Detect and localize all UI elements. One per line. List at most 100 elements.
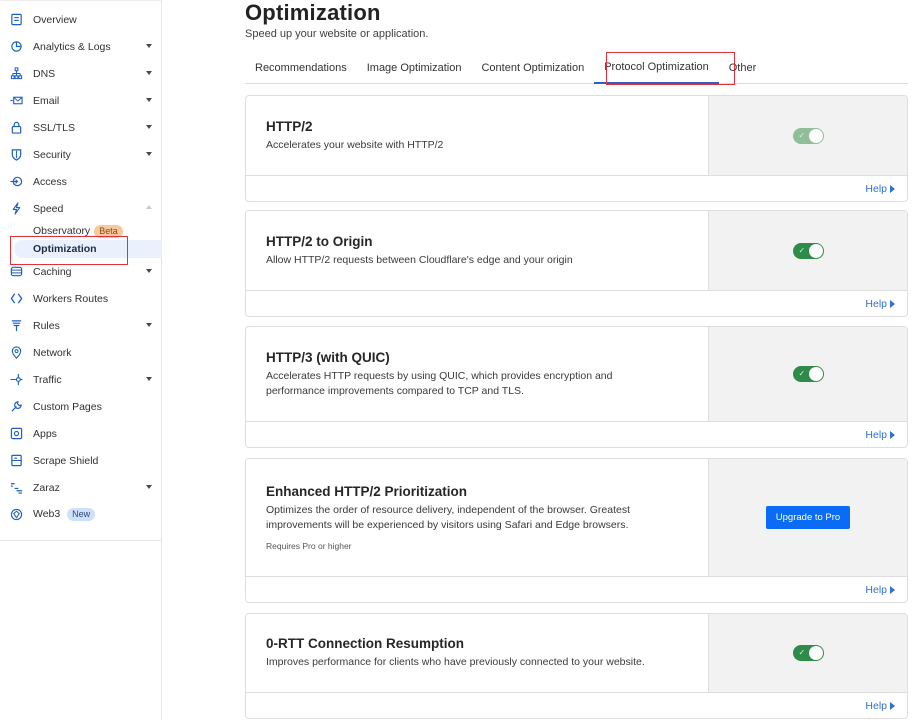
apps-icon [9, 427, 23, 441]
sidebar-item-email[interactable]: Email [0, 87, 162, 114]
sidebar-divider [0, 540, 162, 541]
sidebar-top-border [0, 0, 162, 1]
sidebar-item-label: Network [33, 346, 72, 359]
highlight-box-protocol-tab [606, 52, 735, 85]
setting-card-http2: HTTP/2 Accelerates your website with HTT… [245, 95, 908, 202]
sidebar-item-speed[interactable]: Speed [0, 195, 162, 222]
help-label: Help [865, 297, 887, 310]
sidebar-item-access[interactable]: Access [0, 168, 162, 195]
card-footer: Help [246, 176, 907, 201]
chevron-down-icon[interactable] [146, 269, 152, 273]
help-link[interactable]: Help [865, 298, 895, 310]
card-body: HTTP/3 (with QUIC) Accelerates HTTP requ… [246, 327, 907, 422]
0rtt-toggle[interactable]: ✓ [792, 645, 824, 661]
sidebar-item-network[interactable]: Network [0, 339, 162, 366]
card-description: Optimizes the order of resource delivery… [266, 504, 630, 531]
card-info: HTTP/2 to Origin Allow HTTP/2 requests b… [246, 211, 708, 290]
http2-to-origin-toggle[interactable]: ✓ [792, 242, 824, 259]
sidebar-item-custom-pages[interactable]: Custom Pages [0, 393, 162, 420]
check-icon: ✓ [798, 130, 806, 140]
sidebar-item-zaraz[interactable]: Zaraz [0, 474, 162, 501]
help-link[interactable]: Help [865, 584, 895, 596]
sidebar-item-label: Web3 [33, 508, 61, 520]
toggle-knob [808, 367, 823, 381]
page-title: Optimization [245, 0, 381, 25]
card-info: Enhanced HTTP/2 Prioritization Optimizes… [246, 459, 708, 576]
sidebar-item-label: Speed [33, 202, 64, 215]
card-control-area: ✓ [708, 211, 907, 290]
upgrade-to-pro-button[interactable]: Upgrade to Pro [765, 506, 851, 529]
toggle-knob [808, 128, 823, 143]
chevron-down-icon[interactable] [146, 485, 152, 489]
http3-toggle[interactable]: ✓ [792, 366, 824, 382]
tab-bar: Recommendations Image Optimization Conte… [245, 52, 908, 84]
chevron-down-icon[interactable] [146, 377, 152, 381]
chevron-down-icon[interactable] [146, 98, 152, 102]
scrape-shield-icon [9, 454, 23, 468]
sidebar-item-apps[interactable]: Apps [0, 420, 162, 447]
sidebar-item-rules[interactable]: Rules [0, 312, 162, 339]
sidebar-item-label: Rules [33, 319, 60, 332]
help-link[interactable]: Help [865, 429, 895, 441]
sidebar-subitem-observatory[interactable]: Observatory Beta [0, 222, 162, 240]
sidebar-item-analytics[interactable]: Analytics & Logs [0, 33, 162, 60]
help-label: Help [865, 699, 887, 712]
sidebar-item-web3[interactable]: Web3 New [0, 501, 162, 528]
help-label: Help [865, 182, 887, 195]
tab-image-optimization[interactable]: Image Optimization [357, 52, 472, 84]
caret-right-icon [890, 585, 895, 594]
sidebar-subitem-label: Observatory [33, 225, 91, 237]
toggle-knob [808, 243, 823, 258]
web3-icon [9, 508, 23, 522]
caret-right-icon [890, 184, 895, 193]
chevron-down-icon[interactable] [146, 125, 152, 129]
wrench-icon [9, 400, 23, 414]
sidebar-item-ssl-tls[interactable]: SSL/TLS [0, 114, 162, 141]
card-body: HTTP/2 Accelerates your website with HTT… [246, 96, 907, 176]
card-control-area: ✓ [708, 614, 907, 692]
chevron-down-icon[interactable] [146, 44, 152, 48]
overview-icon [9, 13, 23, 27]
sidebar-item-label: Access [33, 175, 67, 188]
sidebar-item-traffic[interactable]: Traffic [0, 366, 162, 393]
sidebar-item-label: Caching [33, 265, 72, 278]
email-icon [9, 94, 23, 108]
chevron-down-icon[interactable] [146, 323, 152, 327]
card-footer: Help [246, 422, 907, 447]
sidebar-item-workers-routes[interactable]: Workers Routes [0, 285, 162, 312]
chevron-down-icon[interactable] [146, 71, 152, 75]
sidebar-subitem-optimization[interactable]: Optimization [14, 240, 162, 258]
caret-right-icon [890, 701, 895, 710]
chevron-down-icon[interactable] [146, 152, 152, 156]
card-info: 0-RTT Connection Resumption Improves per… [246, 614, 708, 692]
sidebar-item-label: Workers Routes [33, 292, 109, 305]
sidebar-item-overview[interactable]: Overview [0, 6, 162, 33]
card-control-area: ✓ [708, 96, 907, 175]
card-title: HTTP/2 to Origin [266, 233, 373, 249]
card-body: 0-RTT Connection Resumption Improves per… [246, 614, 907, 693]
help-link[interactable]: Help [865, 183, 895, 195]
sidebar-subitem-label: Optimization [33, 243, 97, 255]
sidebar-item-label: Traffic [33, 373, 62, 386]
chevron-up-icon[interactable] [146, 205, 152, 209]
setting-card-0rtt: 0-RTT Connection Resumption Improves per… [245, 613, 908, 719]
sidebar-item-caching[interactable]: Caching [0, 258, 162, 285]
card-description: Accelerates your website with HTTP/2 [266, 138, 444, 151]
sidebar-item-scrape-shield[interactable]: Scrape Shield [0, 447, 162, 474]
tab-recommendations[interactable]: Recommendations [245, 52, 357, 84]
sidebar-item-dns[interactable]: DNS [0, 60, 162, 87]
workers-icon [9, 292, 23, 306]
plan-requirement-note: Requires Pro or higher [266, 541, 352, 551]
sidebar-item-label: SSL/TLS [33, 121, 76, 134]
sidebar-item-label: Scrape Shield [33, 454, 99, 467]
help-link[interactable]: Help [865, 700, 895, 712]
http2-toggle[interactable]: ✓ [792, 127, 824, 144]
card-description: Accelerates HTTP requests by using QUIC,… [266, 369, 613, 397]
sidebar-item-security[interactable]: Security [0, 141, 162, 168]
card-body: HTTP/2 to Origin Allow HTTP/2 requests b… [246, 211, 907, 291]
sidebar-nav: Overview Analytics & Logs DNS Email SSL/… [0, 6, 162, 528]
traffic-icon [9, 373, 23, 387]
sidebar-item-label: Zaraz [33, 481, 60, 494]
check-icon: ✓ [798, 648, 806, 657]
tab-content-optimization[interactable]: Content Optimization [471, 52, 594, 84]
